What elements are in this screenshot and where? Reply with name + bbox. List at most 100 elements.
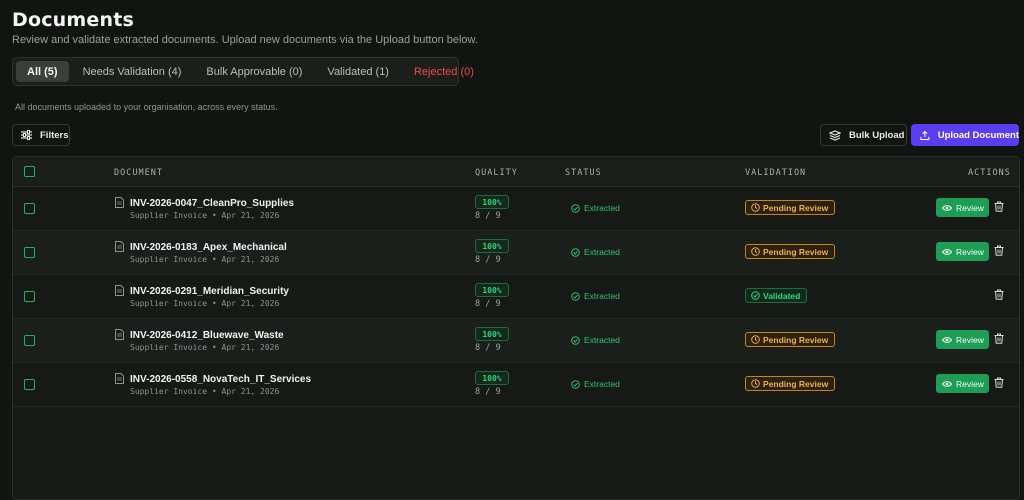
fields-count: 8 / 9 [475, 211, 501, 221]
document-icon [115, 285, 124, 296]
fields-count: 8 / 9 [475, 387, 501, 397]
filters-button[interactable]: Filters [12, 124, 70, 146]
status-label: Extracted [584, 379, 620, 389]
review-label: Review [956, 202, 984, 213]
quality-badge: 100% [475, 371, 509, 385]
check-circle-icon [751, 291, 760, 300]
document-icon [115, 197, 124, 208]
table-row[interactable]: INV-2026-0183_Apex_Mechanical Supplier I… [13, 231, 1019, 275]
document-name[interactable]: INV-2026-0412_Bluewave_Waste [130, 330, 284, 341]
column-header-actions: ACTIONS [968, 168, 1011, 178]
status-label: Extracted [584, 203, 620, 213]
validation-label: Pending Review [763, 378, 829, 389]
tab-all[interactable]: All (5) [16, 61, 69, 82]
status-extracted: Extracted [571, 379, 620, 389]
validation-badge: Pending Review [745, 376, 836, 391]
document-name[interactable]: INV-2026-0291_Meridian_Security [130, 286, 289, 297]
upload-document-button[interactable]: Upload Document [911, 124, 1019, 146]
eye-icon [942, 380, 952, 387]
status-label: Extracted [584, 247, 620, 257]
trash-icon[interactable] [994, 333, 1004, 344]
document-meta: Supplier Invoice • Apr 21, 2026 [130, 211, 280, 220]
review-button[interactable]: Review [936, 374, 989, 393]
validation-badge: Validated [745, 288, 808, 303]
status-extracted: Extracted [571, 291, 620, 301]
tab-rejected[interactable]: Rejected (0) [403, 61, 485, 82]
trash-icon[interactable] [994, 201, 1004, 212]
document-name[interactable]: INV-2026-0047_CleanPro_Supplies [130, 198, 294, 209]
check-circle-icon [571, 291, 580, 301]
fields-count: 8 / 9 [475, 255, 501, 265]
quality-badge: 100% [475, 283, 509, 297]
select-all-checkbox[interactable] [24, 166, 35, 177]
validation-label: Pending Review [763, 246, 829, 257]
clock-icon [751, 247, 760, 256]
table-row[interactable]: INV-2026-0047_CleanPro_Supplies Supplier… [13, 187, 1019, 231]
quality-badge: 100% [475, 239, 509, 253]
status-label: Extracted [584, 291, 620, 301]
eye-icon [942, 204, 952, 211]
documents-table: DOCUMENT QUALITY STATUS VALIDATION ACTIO… [12, 156, 1020, 500]
row-checkbox[interactable] [24, 335, 35, 346]
column-header-status: STATUS [565, 168, 602, 178]
bulk-upload-icon [829, 129, 841, 141]
validation-badge: Pending Review [745, 200, 836, 215]
bulk-upload-button[interactable]: Bulk Upload [820, 124, 907, 146]
tab-bulk-approvable[interactable]: Bulk Approvable (0) [195, 61, 313, 82]
status-tabs: All (5) Needs Validation (4) Bulk Approv… [12, 57, 474, 86]
quality-badge: 100% [475, 327, 509, 341]
upload-icon [920, 130, 930, 140]
status-label: Extracted [584, 335, 620, 345]
table-row[interactable]: INV-2026-0558_NovaTech_IT_Services Suppl… [13, 363, 1019, 407]
row-checkbox[interactable] [24, 379, 35, 390]
tab-description: All documents uploaded to your organisat… [15, 102, 278, 112]
filters-label: Filters [40, 129, 69, 141]
column-header-validation: VALIDATION [745, 168, 807, 178]
status-extracted: Extracted [571, 203, 620, 213]
page-subtitle: Review and validate extracted documents.… [12, 34, 478, 46]
trash-icon[interactable] [994, 289, 1004, 300]
row-checkbox[interactable] [24, 247, 35, 258]
document-meta: Supplier Invoice • Apr 21, 2026 [130, 255, 280, 264]
document-name[interactable]: INV-2026-0558_NovaTech_IT_Services [130, 374, 311, 385]
review-button[interactable]: Review [936, 242, 989, 261]
validation-badge: Pending Review [745, 244, 836, 259]
check-circle-icon [571, 379, 580, 389]
quality-badge: 100% [475, 195, 509, 209]
review-label: Review [956, 334, 984, 345]
review-label: Review [956, 246, 984, 257]
page-title: Documents [12, 9, 135, 31]
clock-icon [751, 335, 760, 344]
check-circle-icon [571, 335, 580, 345]
review-button[interactable]: Review [936, 330, 989, 349]
tab-validated[interactable]: Validated (1) [316, 61, 400, 82]
check-circle-icon [571, 203, 580, 213]
validation-label: Pending Review [763, 334, 829, 345]
eye-icon [942, 336, 952, 343]
row-checkbox[interactable] [24, 291, 35, 302]
row-checkbox[interactable] [24, 203, 35, 214]
trash-icon[interactable] [994, 245, 1004, 256]
clock-icon [751, 379, 760, 388]
upload-document-label: Upload Document [937, 129, 1019, 141]
document-name[interactable]: INV-2026-0183_Apex_Mechanical [130, 242, 287, 253]
validation-label: Validated [763, 290, 801, 301]
status-extracted: Extracted [571, 335, 620, 345]
table-row[interactable]: INV-2026-0291_Meridian_Security Supplier… [13, 275, 1019, 319]
fields-count: 8 / 9 [475, 343, 501, 353]
trash-icon[interactable] [994, 377, 1004, 388]
document-icon [115, 329, 124, 340]
document-icon [115, 241, 124, 252]
column-header-document: DOCUMENT [114, 168, 163, 178]
clock-icon [751, 203, 760, 212]
document-meta: Supplier Invoice • Apr 21, 2026 [130, 387, 280, 396]
check-circle-icon [571, 247, 580, 257]
eye-icon [942, 248, 952, 255]
table-row[interactable]: INV-2026-0412_Bluewave_Waste Supplier In… [13, 319, 1019, 363]
status-extracted: Extracted [571, 247, 620, 257]
document-meta: Supplier Invoice • Apr 21, 2026 [130, 343, 280, 352]
review-button[interactable]: Review [936, 198, 989, 217]
validation-badge: Pending Review [745, 332, 836, 347]
document-icon [115, 373, 124, 384]
tab-needs-validation[interactable]: Needs Validation (4) [72, 61, 193, 82]
